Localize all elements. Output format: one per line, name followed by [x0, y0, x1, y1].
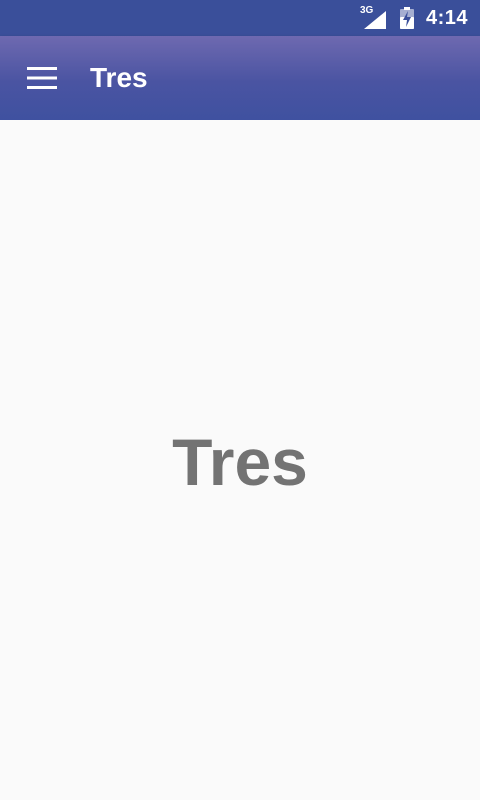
status-bar: 3G 4:14: [0, 0, 480, 36]
signal-indicator: 3G: [360, 5, 386, 29]
section-label: Tres: [172, 425, 308, 499]
status-time: 4:14: [425, 7, 468, 29]
hamburger-menu-icon: [27, 67, 57, 89]
main-content: Tres: [0, 120, 480, 800]
battery-charging-icon: [399, 7, 414, 29]
app-toolbar: Tres: [0, 36, 480, 120]
navigation-menu-button[interactable]: [14, 50, 70, 106]
toolbar-title: Tres: [90, 62, 148, 93]
cell-signal-icon: [363, 11, 386, 29]
